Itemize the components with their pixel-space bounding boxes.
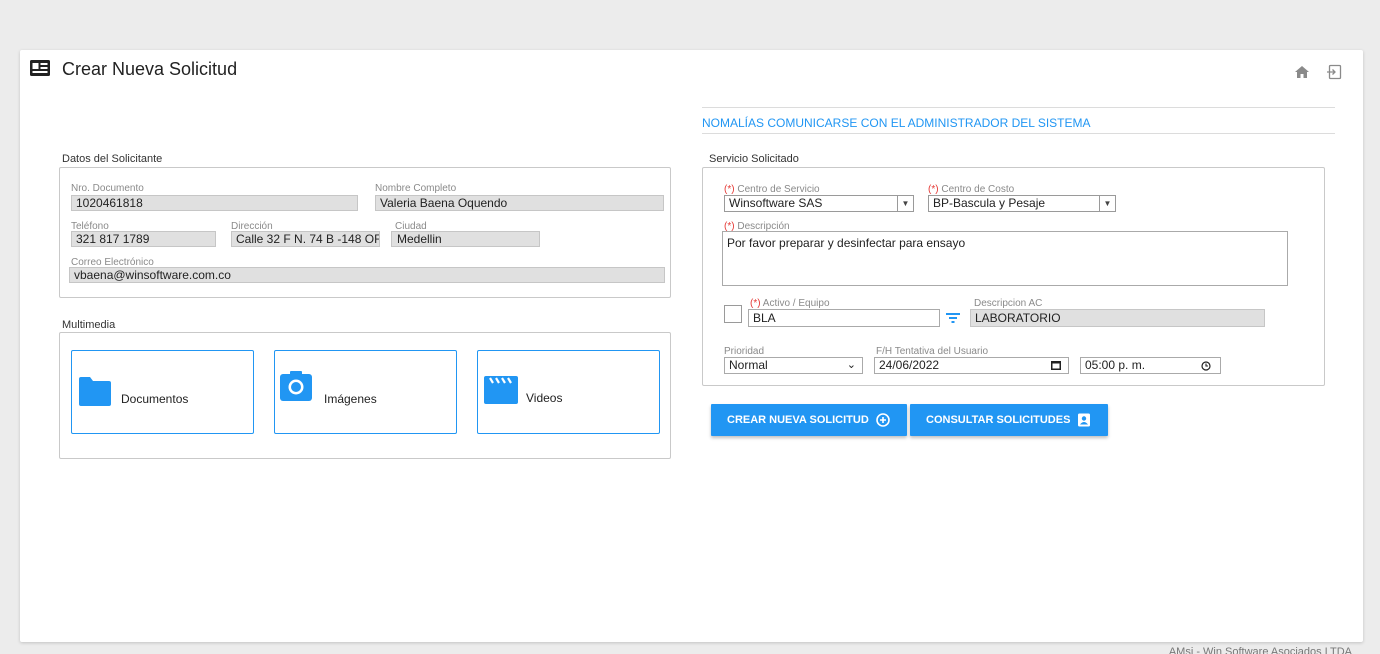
required-mark: (*): [750, 298, 761, 309]
direccion-field: Calle 32 F N. 74 B -148 OF 2: [231, 231, 380, 247]
fecha-input[interactable]: 24/06/2022: [874, 357, 1069, 374]
hora-value: 05:00 p. m.: [1085, 358, 1146, 372]
hora-input[interactable]: 05:00 p. m.: [1080, 357, 1221, 374]
centro-servicio-value: Winsoftware SAS: [729, 196, 823, 210]
activo-label-text: Activo / Equipo: [762, 298, 830, 309]
nro-documento-label: Nro. Documento: [71, 183, 144, 194]
descripcion-textarea[interactable]: Por favor preparar y desinfectar para en…: [722, 231, 1288, 286]
multimedia-legend: Multimedia: [62, 319, 116, 331]
prioridad-label: Prioridad: [724, 346, 765, 357]
prioridad-value: Normal: [729, 358, 768, 372]
fecha-label: F/H Tentativa del Usuario: [876, 346, 989, 357]
banner-top-line: [702, 107, 1335, 108]
folder-icon: [79, 377, 111, 406]
activo-label: (*) Activo / Equipo: [750, 298, 830, 309]
nombre-completo-field: Valeria Baena Oquendo: [375, 195, 664, 211]
home-icon[interactable]: [1294, 64, 1310, 80]
prioridad-select[interactable]: Normal ⌄: [724, 357, 863, 374]
add-circle-icon: [876, 413, 890, 427]
banner-bottom-line: [702, 133, 1335, 134]
centro-servicio-label-text: Centro de Servicio: [737, 184, 820, 195]
page-title: Crear Nueva Solicitud: [62, 59, 238, 79]
crear-solicitud-label: CREAR NUEVA SOLICITUD: [727, 414, 869, 426]
activo-checkbox[interactable]: [724, 305, 742, 323]
clock-icon[interactable]: [1201, 361, 1211, 371]
crear-solicitud-button[interactable]: CREAR NUEVA SOLICITUD: [711, 404, 907, 436]
filter-icon[interactable]: [946, 311, 960, 325]
chevron-down-icon: ▼: [897, 196, 913, 211]
nro-documento-field: 1020461818: [71, 195, 358, 211]
activo-input[interactable]: BLA: [748, 309, 940, 327]
consultar-solicitudes-label: CONSULTAR SOLICITUDES: [926, 414, 1071, 426]
consultar-solicitudes-button[interactable]: CONSULTAR SOLICITUDES: [910, 404, 1108, 436]
imagenes-card[interactable]: Imágenes: [274, 350, 457, 434]
chevron-down-icon: ⌄: [846, 359, 856, 371]
chevron-down-icon: ▼: [1099, 196, 1115, 211]
id-card-icon: [30, 60, 50, 76]
correo-field: vbaena@winsoftware.com.co: [69, 267, 665, 283]
descripcion-ac-label: Descripcion AC: [974, 298, 1043, 309]
nombre-completo-label: Nombre Completo: [375, 183, 457, 194]
main-card: Crear Nueva Solicitud NOMALÍAS COMUNICAR…: [20, 50, 1363, 642]
documentos-label: Documentos: [121, 392, 189, 406]
movie-icon: [484, 376, 518, 404]
documentos-card[interactable]: Documentos: [71, 350, 254, 434]
videos-card[interactable]: Videos: [477, 350, 660, 434]
telefono-field: 321 817 1789: [71, 231, 216, 247]
centro-costo-value: BP-Bascula y Pesaje: [933, 196, 1046, 210]
imagenes-label: Imágenes: [324, 392, 377, 406]
centro-costo-select[interactable]: BP-Bascula y Pesaje ▼: [928, 195, 1116, 212]
camera-icon: [280, 371, 312, 401]
card-header: Crear Nueva Solicitud: [20, 50, 1363, 94]
centro-servicio-label: (*) Centro de Servicio: [724, 184, 820, 195]
calendar-icon[interactable]: [1051, 361, 1061, 370]
centro-costo-label-text: Centro de Costo: [941, 184, 1015, 195]
solicitante-fieldset: Nro. Documento 1020461818 Nombre Complet…: [59, 167, 671, 298]
footer-credit: AMsi - Win Software Asociados LTDA: [1168, 646, 1352, 654]
system-banner: NOMALÍAS COMUNICARSE CON EL ADMINISTRADO…: [702, 116, 1091, 130]
required-mark: (*): [928, 184, 939, 195]
centro-costo-label: (*) Centro de Costo: [928, 184, 1014, 195]
logout-icon[interactable]: [1326, 64, 1342, 80]
fecha-value: 24/06/2022: [879, 358, 940, 372]
servicio-fieldset: (*) Centro de Servicio Winsoftware SAS ▼…: [702, 167, 1325, 386]
contact-card-icon: [1078, 413, 1090, 427]
multimedia-fieldset: Documentos Imágenes Videos: [59, 332, 671, 459]
required-mark: (*): [724, 184, 735, 195]
videos-label: Videos: [526, 391, 563, 405]
servicio-legend: Servicio Solicitado: [709, 153, 799, 165]
centro-servicio-select[interactable]: Winsoftware SAS ▼: [724, 195, 914, 212]
ciudad-field: Medellin: [391, 231, 540, 247]
descripcion-ac-field: LABORATORIO: [970, 309, 1265, 327]
solicitante-legend: Datos del Solicitante: [62, 153, 163, 165]
